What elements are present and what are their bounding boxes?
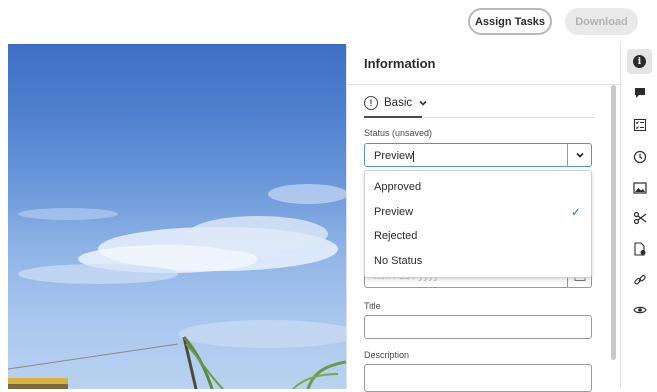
status-select[interactable]: Preview: [364, 143, 592, 167]
text-cursor: [413, 150, 415, 162]
status-option-rejected[interactable]: Rejected: [374, 230, 417, 242]
scissors-icon: [633, 211, 646, 224]
status-option-approved[interactable]: Approved: [374, 181, 421, 193]
asset-preview-image[interactable]: [8, 44, 346, 389]
chevron-down-icon: [575, 152, 584, 158]
description-input[interactable]: [364, 364, 592, 392]
status-select-value: Preview: [374, 150, 414, 162]
rail-history-button[interactable]: [630, 147, 649, 166]
title-label: Title: [364, 301, 381, 311]
right-icon-rail: i: [620, 42, 657, 389]
comment-icon: [634, 87, 645, 98]
rail-crop-button[interactable]: [630, 208, 649, 227]
tab-basic[interactable]: ! Basic: [364, 92, 428, 114]
status-dropdown-toggle[interactable]: [567, 144, 591, 166]
rail-preview-button[interactable]: [630, 300, 649, 319]
top-toolbar: Assign Tasks Download: [0, 0, 657, 42]
rail-link-button[interactable]: [630, 270, 649, 289]
checkmark-icon: ✓: [570, 205, 581, 219]
file-settings-icon: [633, 241, 645, 256]
status-option-no-status[interactable]: No Status: [374, 255, 422, 267]
rail-renditions-button[interactable]: [630, 178, 649, 197]
info-outline-icon: !: [364, 96, 378, 110]
status-dropdown-menu: Approved Preview ✓ Rejected No Status: [364, 170, 592, 278]
link-icon: [633, 274, 646, 284]
info-icon: i: [633, 55, 646, 68]
clock-icon: [633, 150, 646, 163]
assign-tasks-button[interactable]: Assign Tasks: [468, 8, 552, 35]
information-panel: Information ! Basic Status (unsaved) Pre…: [346, 42, 620, 392]
status-option-preview[interactable]: Preview: [374, 206, 413, 218]
rail-properties-button[interactable]: [630, 239, 649, 258]
panel-title: Information: [364, 56, 436, 71]
tab-basic-label: Basic: [384, 97, 413, 109]
description-label: Description: [364, 350, 410, 360]
rail-tasks-button[interactable]: [630, 115, 649, 134]
checklist-icon: [633, 118, 646, 131]
status-label: Status (unsaved): [364, 128, 433, 138]
sky-photo: [8, 184, 346, 389]
tab-active-indicator: [364, 116, 422, 118]
download-button[interactable]: Download: [565, 8, 638, 35]
chevron-down-icon: [419, 100, 427, 106]
image-icon: [632, 181, 647, 194]
panel-scrollbar[interactable]: [611, 85, 616, 360]
title-input[interactable]: [364, 315, 592, 339]
rail-comments-button[interactable]: [630, 83, 649, 102]
divider: [347, 84, 620, 85]
eye-icon: [632, 306, 647, 313]
rail-info-button[interactable]: i: [627, 49, 652, 74]
